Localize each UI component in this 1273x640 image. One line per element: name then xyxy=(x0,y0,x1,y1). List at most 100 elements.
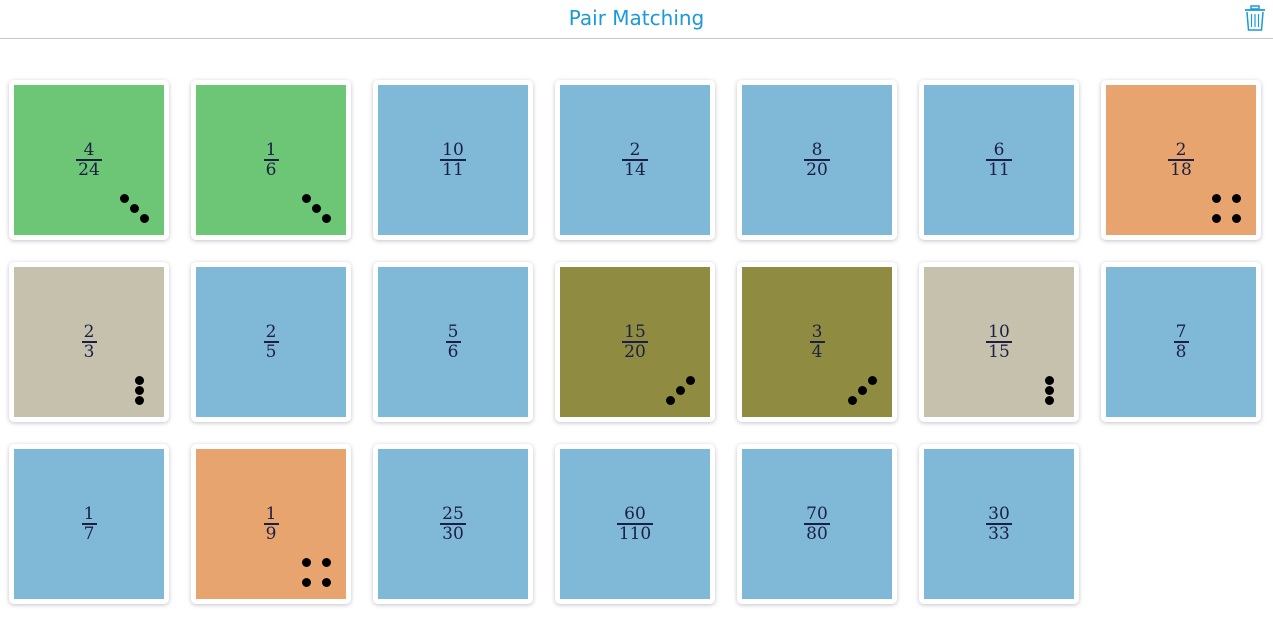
fraction-card[interactable]: 70 80 xyxy=(737,444,897,604)
marker-dot xyxy=(1211,213,1221,223)
card-face: 6 11 xyxy=(924,85,1074,235)
numerator: 3 xyxy=(811,322,823,342)
fraction-card[interactable]: 34 xyxy=(737,262,897,422)
marker-dot xyxy=(857,385,867,395)
marker-dot xyxy=(134,395,144,405)
fraction-card[interactable]: 60 110 xyxy=(555,444,715,604)
card-face: 34 xyxy=(742,267,892,417)
marker-dot xyxy=(301,557,311,567)
numerator: 2 xyxy=(265,322,277,342)
fraction: 10 15 xyxy=(924,323,1074,361)
fraction: 78 xyxy=(1106,323,1256,361)
card-face: 15 20 xyxy=(560,267,710,417)
numerator: 1 xyxy=(83,504,95,524)
pair-marker-icon xyxy=(296,185,346,235)
denominator: 8 xyxy=(1175,341,1187,362)
numerator: 70 xyxy=(806,504,828,524)
card-face: 30 33 xyxy=(924,449,1074,599)
marker-dot xyxy=(867,375,877,385)
fraction: 2 18 xyxy=(1106,141,1256,179)
denominator: 20 xyxy=(624,341,646,362)
card-face: 2 14 xyxy=(560,85,710,235)
fraction-card[interactable]: 17 xyxy=(9,444,169,604)
fraction-card[interactable]: 78 xyxy=(1101,262,1261,422)
marker-dot xyxy=(139,213,149,223)
fraction-card[interactable]: 15 20 xyxy=(555,262,715,422)
page-title: Pair Matching xyxy=(568,6,705,30)
fraction: 4 24 xyxy=(14,141,164,179)
denominator: 6 xyxy=(447,341,459,362)
denominator: 15 xyxy=(988,341,1010,362)
card-face: 25 xyxy=(196,267,346,417)
fraction-card[interactable]: 25 30 xyxy=(373,444,533,604)
fraction: 30 33 xyxy=(924,505,1074,543)
card-face: 25 30 xyxy=(378,449,528,599)
fraction-card[interactable]: 30 33 xyxy=(919,444,1079,604)
fraction: 23 xyxy=(14,323,164,361)
card-face: 23 xyxy=(14,267,164,417)
fraction: 6 11 xyxy=(924,141,1074,179)
marker-dot xyxy=(1211,193,1221,203)
fraction-card[interactable]: 56 xyxy=(373,262,533,422)
numerator: 10 xyxy=(988,322,1010,342)
numerator: 10 xyxy=(442,140,464,160)
marker-dot xyxy=(301,577,311,587)
denominator: 9 xyxy=(265,523,277,544)
card-face: 60 110 xyxy=(560,449,710,599)
trash-icon[interactable] xyxy=(1244,5,1266,31)
marker-dot xyxy=(321,213,331,223)
numerator: 2 xyxy=(1175,140,1187,160)
fraction: 25 xyxy=(196,323,346,361)
fraction-card[interactable]: 2 14 xyxy=(555,80,715,240)
card-face: 2 18 xyxy=(1106,85,1256,235)
denominator: 7 xyxy=(83,523,95,544)
fraction-card[interactable]: 23 xyxy=(9,262,169,422)
marker-dot xyxy=(119,193,129,203)
marker-dot xyxy=(301,193,311,203)
numerator: 2 xyxy=(83,322,95,342)
pair-marker-icon xyxy=(1024,367,1074,417)
card-face: 4 24 xyxy=(14,85,164,235)
fraction-card[interactable]: 25 xyxy=(191,262,351,422)
fraction: 56 xyxy=(378,323,528,361)
fraction: 2 14 xyxy=(560,141,710,179)
fraction-card[interactable]: 10 15 xyxy=(919,262,1079,422)
marker-dot xyxy=(1044,375,1054,385)
marker-dot xyxy=(129,203,139,213)
pair-marker-icon xyxy=(114,367,164,417)
marker-dot xyxy=(321,577,331,587)
marker-dot xyxy=(847,395,857,405)
fraction-card[interactable]: 4 24 xyxy=(9,80,169,240)
fraction: 70 80 xyxy=(742,505,892,543)
marker-dot xyxy=(1044,395,1054,405)
numerator: 8 xyxy=(811,140,823,160)
card-face: 16 xyxy=(196,85,346,235)
fraction: 34 xyxy=(742,323,892,361)
card-face: 19 xyxy=(196,449,346,599)
pair-marker-icon xyxy=(114,185,164,235)
marker-dot xyxy=(134,375,144,385)
pair-marker-icon xyxy=(842,367,892,417)
denominator: 80 xyxy=(806,523,828,544)
denominator: 6 xyxy=(265,159,277,180)
fraction-card[interactable]: 16 xyxy=(191,80,351,240)
numerator: 4 xyxy=(83,140,95,160)
marker-dot xyxy=(134,385,144,395)
pair-marker-icon xyxy=(1206,185,1256,235)
fraction-card[interactable]: 8 20 xyxy=(737,80,897,240)
fraction-card[interactable]: 19 xyxy=(191,444,351,604)
denominator: 33 xyxy=(988,523,1010,544)
numerator: 7 xyxy=(1175,322,1187,342)
fraction-card[interactable]: 10 11 xyxy=(373,80,533,240)
fraction-card[interactable]: 6 11 xyxy=(919,80,1079,240)
fraction: 25 30 xyxy=(378,505,528,543)
card-face: 70 80 xyxy=(742,449,892,599)
denominator: 18 xyxy=(1170,159,1192,180)
fraction: 8 20 xyxy=(742,141,892,179)
pair-marker-icon xyxy=(660,367,710,417)
fraction-card[interactable]: 2 18 xyxy=(1101,80,1261,240)
fraction: 10 11 xyxy=(378,141,528,179)
numerator: 1 xyxy=(265,504,277,524)
denominator: 11 xyxy=(442,159,464,180)
marker-dot xyxy=(311,203,321,213)
